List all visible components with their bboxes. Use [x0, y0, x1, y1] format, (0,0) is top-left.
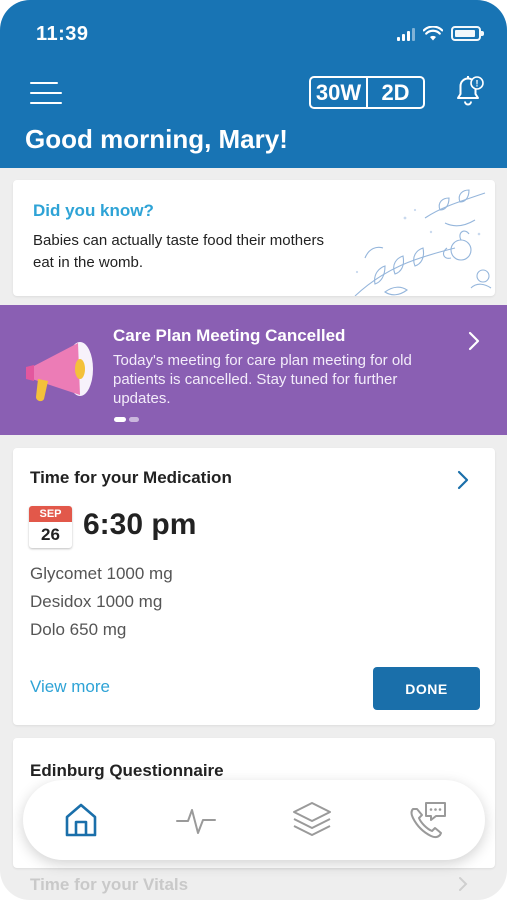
- chevron-right-icon[interactable]: [455, 469, 471, 491]
- weeks-value: 30W: [315, 79, 362, 105]
- layers-icon: [292, 802, 331, 836]
- app-header: 11:39 30W 2D ! Good morning, Mary!: [0, 0, 507, 168]
- bell-badge: !: [476, 79, 479, 89]
- calendar-month: SEP: [29, 506, 72, 522]
- announcement-title: Care Plan Meeting Cancelled: [113, 326, 346, 345]
- phone-screen: 11:39 30W 2D ! Good morning, Mary! Did y…: [0, 0, 507, 900]
- calendar-day: 26: [41, 525, 60, 544]
- carousel-dot[interactable]: [129, 417, 139, 422]
- battery-icon: [451, 26, 484, 41]
- announcement-text: Today's meeting for care plan meeting fo…: [113, 352, 412, 407]
- done-button[interactable]: DONE: [373, 667, 480, 710]
- floral-illustration-icon: [354, 189, 492, 296]
- megaphone-icon: [26, 342, 93, 402]
- chevron-right-icon: [459, 877, 468, 891]
- did-you-know-title: Did you know?: [33, 201, 154, 220]
- wifi-icon: [423, 26, 443, 41]
- did-you-know-text: Babies can actually taste food their mot…: [33, 232, 324, 271]
- signal-icon: [397, 27, 415, 41]
- nav-resources[interactable]: [282, 790, 342, 850]
- edinburg-title: Edinburg Questionnaire: [30, 761, 224, 780]
- calendar-icon: SEP 26: [29, 506, 72, 548]
- home-icon: [65, 803, 97, 837]
- nav-home[interactable]: [51, 790, 111, 850]
- medication-title: Time for your Medication: [30, 468, 232, 487]
- medication-item: Glycomet 1000 mg: [30, 564, 173, 583]
- medication-item: Dolo 650 mg: [30, 620, 127, 639]
- medication-list: Glycomet 1000 mg Desidox 1000 mg Dolo 65…: [30, 560, 173, 644]
- medication-card: Time for your Medication SEP 26 6:30 pm …: [13, 448, 495, 725]
- days-value: 2D: [381, 79, 410, 105]
- medication-item: Desidox 1000 mg: [30, 592, 163, 611]
- phone-chat-icon: [410, 802, 447, 839]
- status-icons: [397, 26, 484, 41]
- carousel-dot-active[interactable]: [114, 417, 126, 422]
- nav-contact[interactable]: [397, 790, 457, 850]
- pregnancy-week-badge: 30W 2D: [309, 76, 425, 109]
- menu-icon[interactable]: [30, 82, 62, 104]
- vitals-title: Time for your Vitals: [30, 875, 189, 894]
- pulse-icon: [176, 809, 217, 834]
- nav-vitals[interactable]: [166, 790, 226, 850]
- did-you-know-card: Did you know? Babies can actually taste …: [13, 180, 495, 296]
- status-time: 11:39: [36, 23, 89, 45]
- announcement-banner[interactable]: Care Plan Meeting Cancelled Today's meet…: [0, 305, 507, 435]
- bottom-nav: [23, 780, 485, 860]
- notification-bell-icon[interactable]: !: [451, 72, 485, 108]
- carousel-dots[interactable]: [114, 417, 139, 422]
- medication-time: 6:30 pm: [83, 508, 197, 541]
- greeting-title: Good morning, Mary!: [25, 124, 288, 154]
- vitals-card[interactable]: Time for your Vitals: [13, 870, 495, 900]
- chevron-right-icon[interactable]: [466, 330, 482, 352]
- view-more-link[interactable]: View more: [30, 677, 110, 697]
